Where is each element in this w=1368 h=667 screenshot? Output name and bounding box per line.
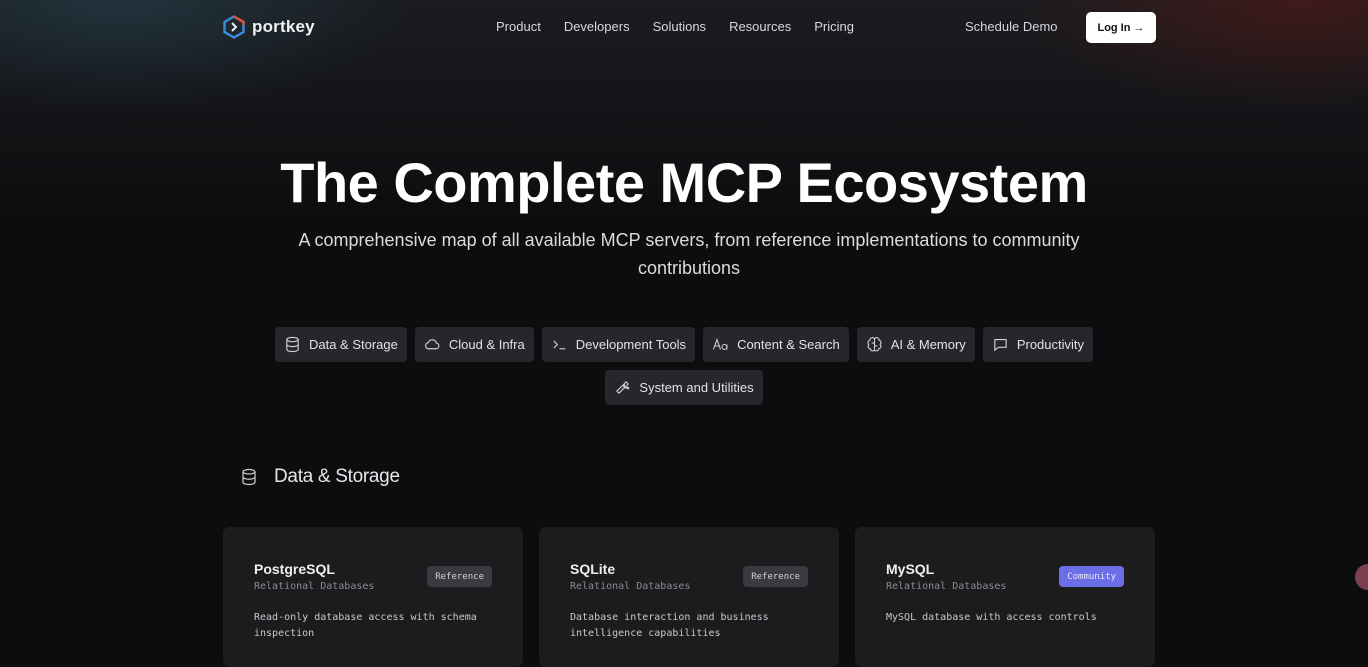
filter-label: Cloud & Infra [448,337,525,352]
filter-label: Content & Search [737,337,840,352]
filter-development-tools[interactable]: Development Tools [541,327,696,362]
card-description: Database interaction and business intell… [570,612,769,639]
filter-label: Development Tools [575,337,687,352]
top-navigation: portkey Product Developers Solutions Res… [0,0,1368,56]
filter-label: Productivity [1016,337,1085,352]
filter-label: AI & Memory [890,337,966,352]
category-filters: Data & Storage Cloud & Infra Development… [0,327,1368,362]
filter-ai-memory[interactable]: AI & Memory [856,327,975,362]
nav-link-developers[interactable]: Developers [564,19,630,34]
reference-badge: Reference [743,566,808,587]
database-icon [242,468,256,486]
portkey-logo-icon [223,15,245,39]
text-aa-icon [712,337,728,350]
cloud-icon [424,339,440,350]
brain-icon [867,337,882,352]
section-header: Data & Storage [240,466,400,488]
database-icon [286,336,299,353]
card-description: Read-only database access with schema in… [254,612,477,639]
filter-cloud-infra[interactable]: Cloud & Infra [414,327,534,362]
filter-productivity[interactable]: Productivity [982,327,1094,362]
brand-name: portkey [252,17,315,36]
nav-links: Product Developers Solutions Resources P… [496,19,877,34]
nav-link-solutions[interactable]: Solutions [653,19,706,34]
category-filters-row-2: System and Utilities [0,370,1368,405]
filter-content-search[interactable]: Content & Search [703,327,849,362]
nav-link-pricing[interactable]: Pricing [814,19,854,34]
chat-widget-button[interactable] [1355,564,1368,590]
reference-badge: Reference [427,566,492,587]
wrench-icon [616,381,631,394]
nav-link-product[interactable]: Product [496,19,541,34]
filter-system-utilities[interactable]: System and Utilities [605,370,763,405]
filter-data-storage[interactable]: Data & Storage [274,327,407,362]
schedule-demo-link[interactable]: Schedule Demo [965,19,1058,34]
nav-link-resources[interactable]: Resources [729,19,791,34]
hero-subtitle: A comprehensive map of all available MCP… [298,230,1080,278]
hero-title: The Complete MCP Ecosystem [280,151,1088,214]
server-card-mysql[interactable]: MySQL Relational Databases MySQL databas… [855,527,1155,667]
terminal-icon [553,340,565,350]
section-title: Data & Storage [274,466,400,487]
community-badge: Community [1059,566,1124,587]
server-card-sqlite[interactable]: SQLite Relational Databases Database int… [539,527,839,667]
message-square-icon [994,338,1007,352]
card-description: MySQL database with access controls [886,612,1097,623]
filter-label: Data & Storage [308,337,398,352]
brand-logo[interactable]: portkey [222,15,315,39]
server-card-postgresql[interactable]: PostgreSQL Relational Databases Read-onl… [223,527,523,667]
login-button[interactable]: Log In → [1086,12,1156,43]
filter-label: System and Utilities [639,380,754,395]
